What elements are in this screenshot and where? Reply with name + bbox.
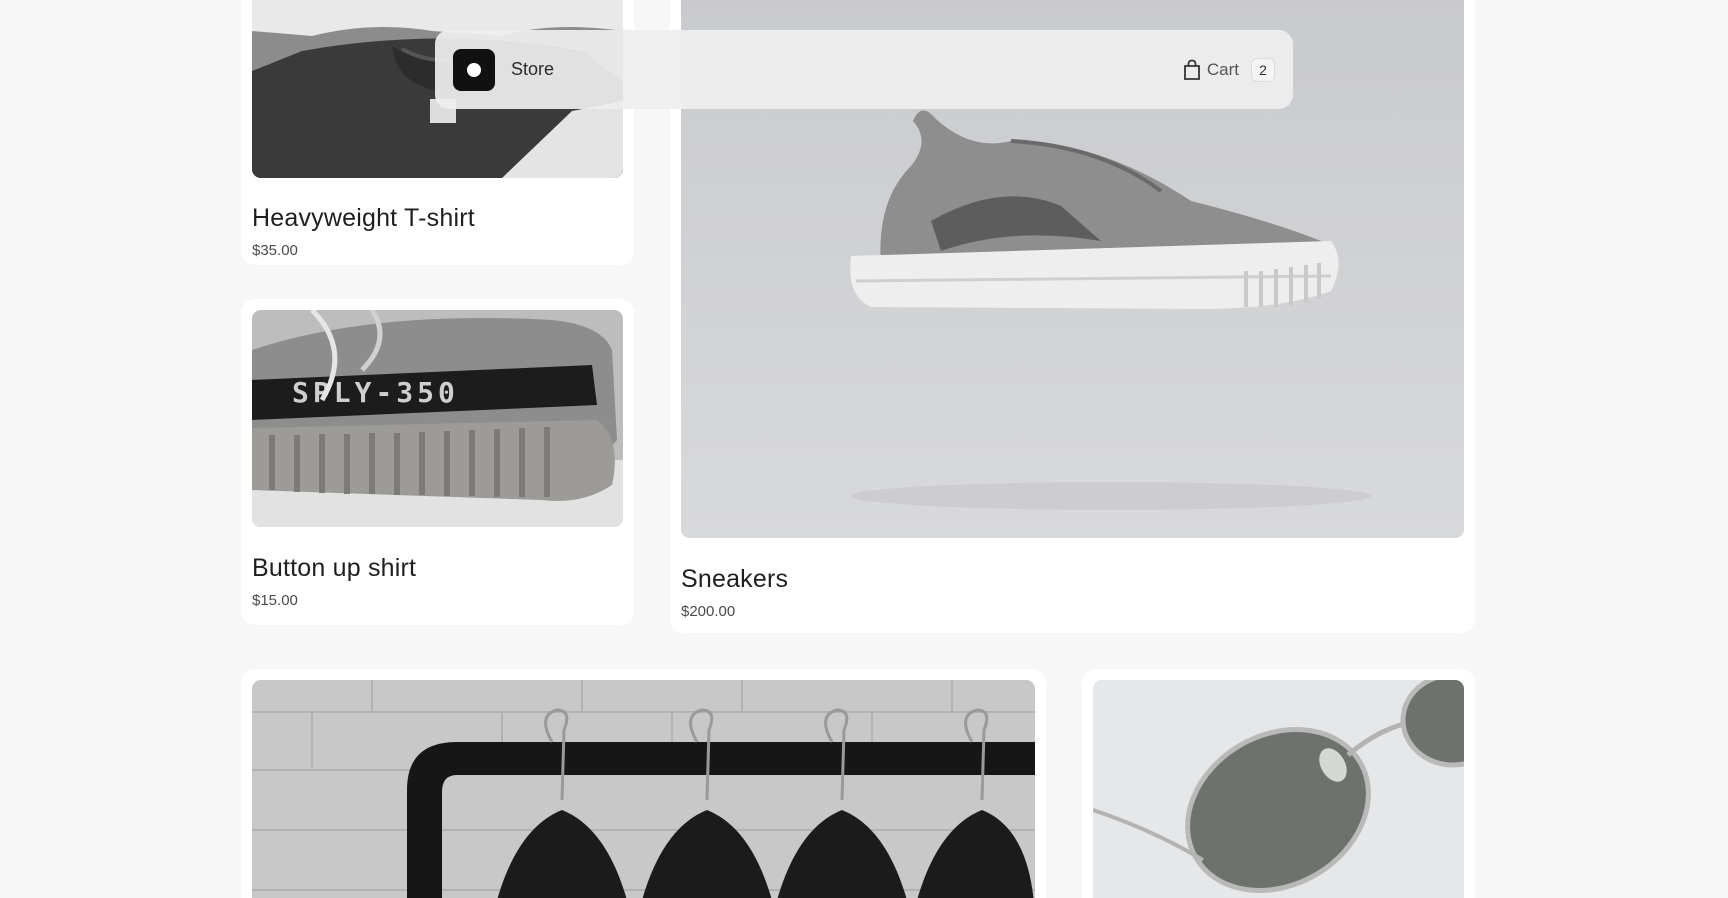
- cart-count-badge: 2: [1251, 57, 1275, 82]
- product-price: $15.00: [252, 592, 298, 609]
- logo-dot: [467, 62, 481, 77]
- store-logo-icon[interactable]: [453, 48, 495, 91]
- cart-button[interactable]: Cart 2: [1183, 57, 1275, 82]
- product-price: $200.00: [681, 603, 736, 620]
- product-image-rack[interactable]: [252, 680, 1035, 898]
- product-card-rack[interactable]: [241, 669, 1046, 898]
- product-title: Button up shirt: [252, 554, 417, 582]
- product-image-button-shirt[interactable]: SPLY-350: [252, 310, 623, 527]
- shopping-bag-icon: [1183, 59, 1200, 80]
- store-name-link[interactable]: Store: [511, 59, 554, 80]
- product-title: Heavyweight T-shirt: [252, 204, 475, 232]
- sneaker-print-text: SPLY-350: [292, 376, 459, 409]
- product-price: $35.00: [252, 242, 298, 259]
- product-card-glasses[interactable]: [1082, 669, 1475, 898]
- store-page: Heavyweight T-shirt $35.00 SPLY-350 Butt…: [0, 0, 1728, 898]
- top-navbar: Store Cart 2: [435, 30, 1293, 109]
- product-title: Sneakers: [681, 565, 789, 593]
- cart-label: Cart: [1206, 59, 1239, 79]
- product-image-glasses[interactable]: [1093, 680, 1464, 898]
- product-card-button-shirt[interactable]: SPLY-350 Button up shirt $15.00: [241, 299, 634, 625]
